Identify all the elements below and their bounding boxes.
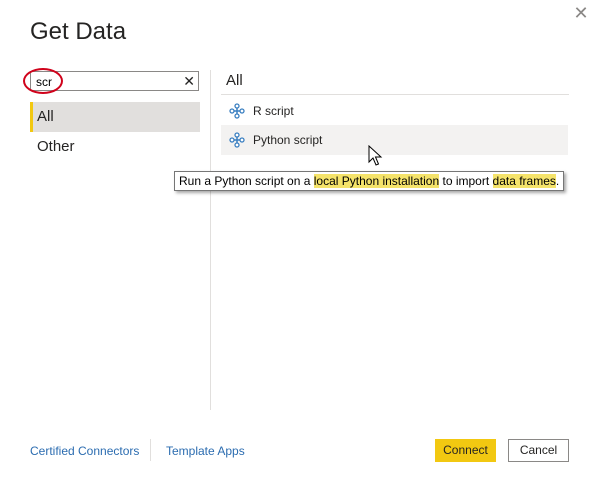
category-other[interactable]: Other [30,132,200,162]
connector-label: Python script [253,133,323,147]
tooltip-text: . [555,174,560,188]
tooltip-text: Run a Python script on a [179,174,314,188]
mouse-cursor-icon [368,145,383,166]
script-connector-icon [229,132,245,148]
dialog-title: Get Data [30,18,127,45]
tooltip-highlight: data frames [492,174,556,188]
connector-label: R script [253,104,294,118]
cancel-button[interactable]: Cancel [508,439,569,462]
script-connector-icon [229,103,245,119]
connector-python-script[interactable]: Python script [221,125,568,155]
connector-r-script[interactable]: R script [221,96,568,126]
tooltip-highlight: local Python installation [313,174,440,188]
connector-tooltip: Run a Python script on a local Python in… [174,171,565,191]
certified-connectors-link[interactable]: Certified Connectors [30,444,139,458]
get-data-dialog: ✕ Get Data ✕ All Other All R script [0,0,598,492]
connect-button[interactable]: Connect [435,439,496,462]
tooltip-text: to import [439,174,493,188]
search-box[interactable]: ✕ [30,71,199,91]
footer-separator [150,439,151,461]
section-divider [221,94,569,95]
category-all[interactable]: All [30,102,200,132]
close-icon[interactable]: ✕ [570,2,592,24]
template-apps-link[interactable]: Template Apps [166,444,245,458]
pane-divider [210,70,211,410]
clear-x-icon[interactable]: ✕ [183,72,195,90]
category-label: All [37,108,54,125]
results-section-title: All [226,72,243,89]
category-label: Other [37,138,75,155]
search-input[interactable] [34,74,178,90]
